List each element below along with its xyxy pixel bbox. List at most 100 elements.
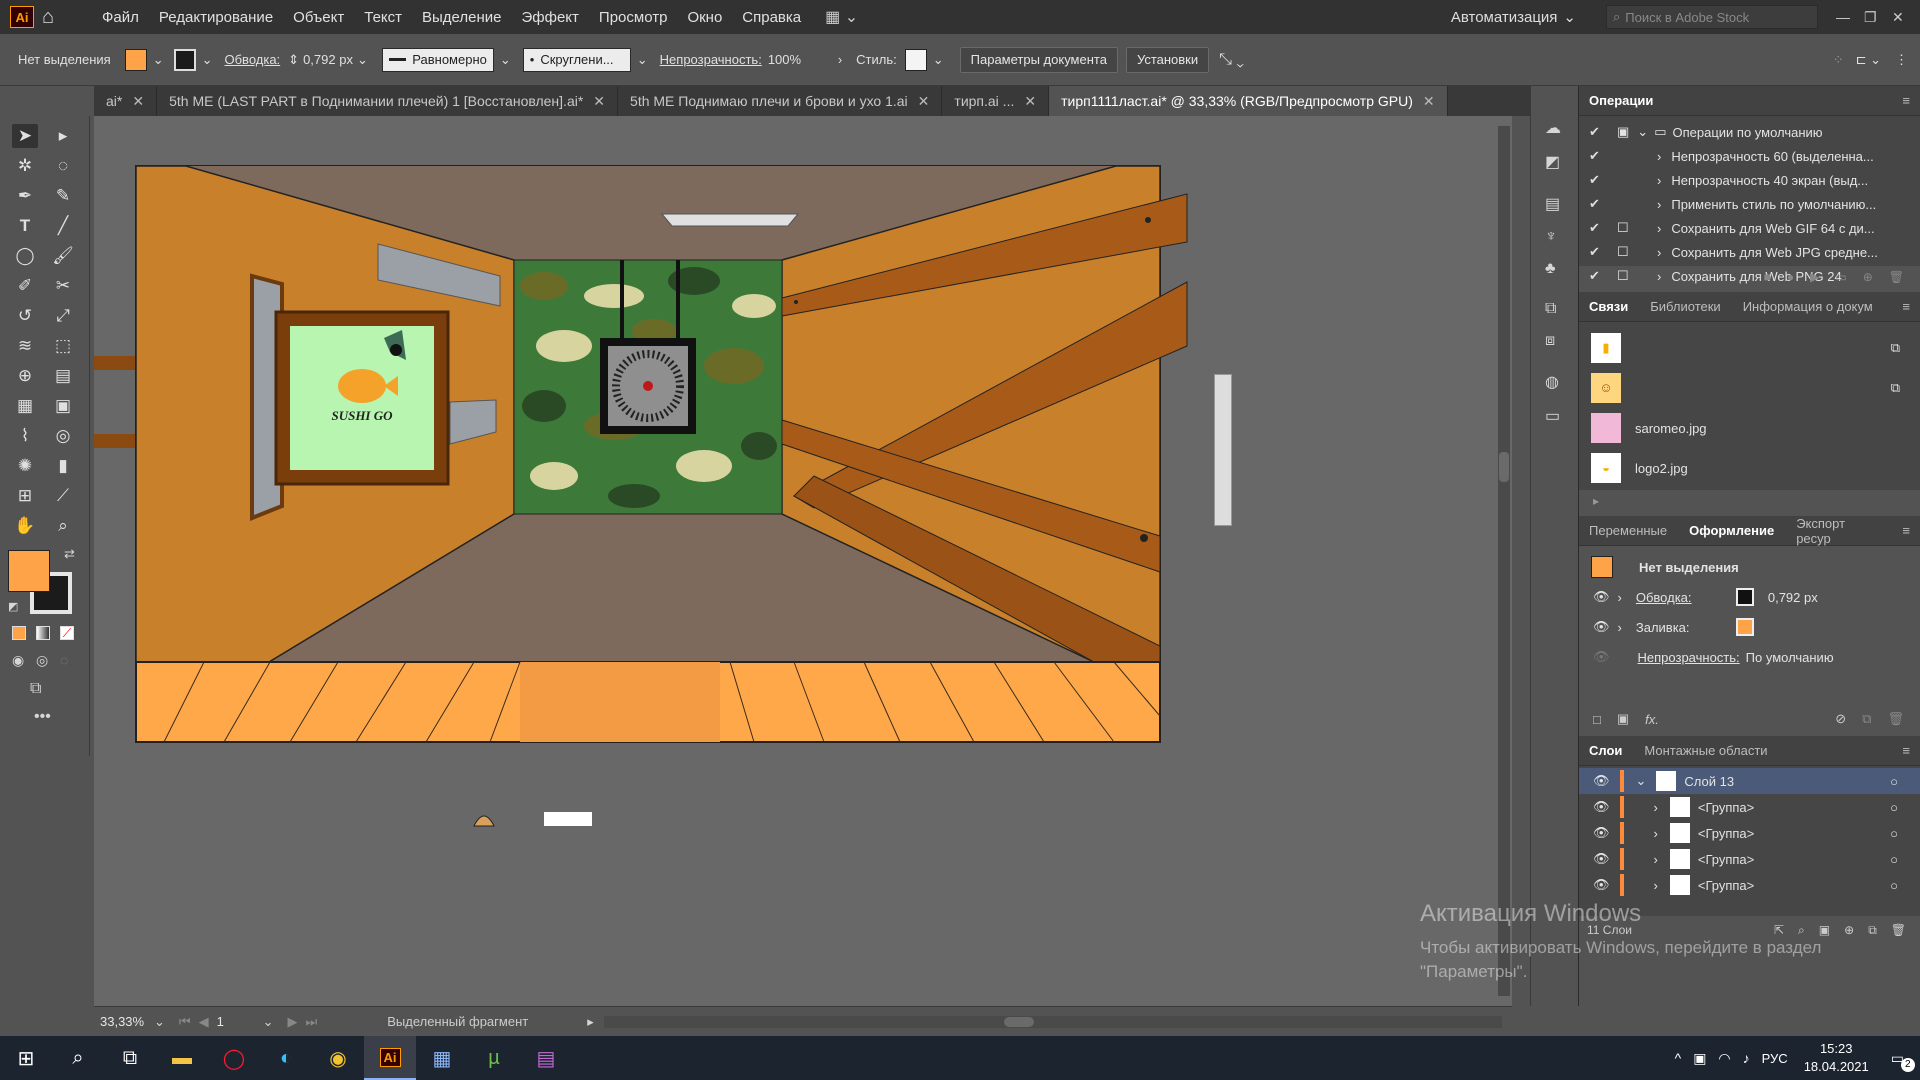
grid-icon[interactable]: ⁘ bbox=[1833, 52, 1844, 68]
opacity-label[interactable]: Непрозрачность: bbox=[660, 52, 762, 67]
duplicate-icon[interactable]: ⧉ bbox=[1862, 711, 1871, 727]
perspective-grid-icon[interactable]: ▤ bbox=[50, 364, 76, 388]
target-icon[interactable]: ○ bbox=[1890, 852, 1898, 867]
stroke-label[interactable]: Обводка: bbox=[225, 52, 281, 67]
tab-links[interactable]: Связи bbox=[1589, 299, 1628, 314]
chevron-right-icon[interactable]: › bbox=[1657, 173, 1661, 188]
transform-icon[interactable]: ⤡ ⌄ bbox=[1219, 51, 1244, 69]
pen-tool-icon[interactable]: ✒ bbox=[12, 184, 38, 208]
menu-icon[interactable]: ≡ bbox=[1902, 743, 1910, 758]
shape-builder-icon[interactable]: ⊕ bbox=[12, 364, 38, 388]
action-item[interactable]: ✔ ☐ › Сохранить для Web JPG средне... bbox=[1579, 240, 1920, 264]
file-explorer-icon[interactable]: ▬ bbox=[156, 1036, 208, 1080]
illustrator-icon[interactable]: Ai bbox=[364, 1036, 416, 1080]
chevron-right-icon[interactable]: › bbox=[1654, 800, 1658, 815]
menu-effect[interactable]: Эффект bbox=[512, 9, 589, 26]
check-icon[interactable]: ✔ bbox=[1589, 220, 1603, 236]
vertical-scroll-thumb[interactable] bbox=[1499, 452, 1509, 482]
stroke-swatch[interactable] bbox=[173, 48, 196, 71]
layer-row[interactable]: 👁 ⌄ Слой 13 ○ bbox=[1579, 768, 1920, 794]
menu-type[interactable]: Текст bbox=[354, 9, 412, 26]
free-transform-icon[interactable]: ⬚ bbox=[50, 334, 76, 358]
tab-document-2[interactable]: 5th ME (LAST PART в Поднимании плечей) 1… bbox=[157, 86, 619, 116]
action-item[interactable]: ✔ ☐ › Сохранить для Web GIF 64 с ди... bbox=[1579, 216, 1920, 240]
magic-wand-icon[interactable]: ✲ bbox=[12, 154, 38, 178]
swatches-icon[interactable]: ▤ bbox=[1545, 194, 1576, 214]
link-item[interactable]: ◒ logo2.jpg bbox=[1579, 448, 1920, 488]
play-icon[interactable]: ▶ bbox=[1810, 270, 1819, 284]
chevron-right-icon[interactable]: › bbox=[1657, 245, 1661, 260]
gradient-panel-icon[interactable]: ▭ bbox=[1545, 406, 1576, 426]
opacity-field[interactable]: 100% bbox=[768, 52, 832, 67]
menu-view[interactable]: Просмотр bbox=[589, 9, 678, 26]
new-set-icon[interactable]: ▭ bbox=[1835, 270, 1846, 284]
menu-icon[interactable]: ≡ bbox=[1902, 523, 1910, 538]
clear-icon[interactable]: ⊘ bbox=[1835, 711, 1846, 727]
clipping-mask-icon[interactable]: ▣ bbox=[1819, 923, 1830, 937]
canvas-area[interactable]: SUSHI GO bbox=[94, 116, 1512, 1006]
menu-window[interactable]: Окно bbox=[677, 9, 732, 26]
chevron-down-icon[interactable]: ⌄ bbox=[357, 52, 368, 68]
chevron-right-icon[interactable]: ▸ bbox=[1593, 494, 1599, 508]
new-action-icon[interactable]: ⊕ bbox=[1863, 270, 1873, 284]
new-layer-icon[interactable]: ⧉ bbox=[1868, 923, 1877, 938]
link-item[interactable]: saromeo.jpg bbox=[1579, 408, 1920, 448]
chevron-right-icon[interactable]: › bbox=[1618, 590, 1622, 605]
next-artboard-icon[interactable]: ▶ bbox=[288, 1014, 298, 1030]
style-swatch[interactable] bbox=[904, 48, 927, 71]
chevron-right-icon[interactable]: › bbox=[1657, 269, 1661, 284]
transparency-icon[interactable]: ◍ bbox=[1545, 372, 1576, 392]
dialog-toggle-icon[interactable]: ☐ bbox=[1617, 268, 1649, 284]
fill-swatch[interactable] bbox=[1735, 618, 1754, 636]
add-fill-icon[interactable]: ▣ bbox=[1617, 711, 1629, 727]
status-menu-icon[interactable]: ▸ bbox=[587, 1014, 594, 1030]
blend-tool-icon[interactable]: ◎ bbox=[50, 424, 76, 448]
winrar-icon[interactable]: ▤ bbox=[520, 1036, 572, 1080]
appearance-fill-row[interactable]: 👁 › Заливка: bbox=[1579, 612, 1920, 642]
rotate-tool-icon[interactable]: ↺ bbox=[12, 304, 38, 328]
transform-panel-icon[interactable]: ⧉ bbox=[1545, 300, 1576, 318]
opera-icon[interactable]: ◯ bbox=[208, 1036, 260, 1080]
stroke-swatch[interactable] bbox=[1735, 588, 1754, 606]
slice-tool-icon[interactable]: ⟋ bbox=[50, 484, 76, 508]
action-item[interactable]: ✔ › Непрозрачность 60 (выделенна... bbox=[1579, 144, 1920, 168]
direct-selection-tool-icon[interactable]: ▸ bbox=[50, 124, 76, 148]
eye-icon[interactable]: 👁 bbox=[1593, 825, 1610, 841]
chevron-down-icon[interactable]: ⌄ bbox=[637, 52, 648, 68]
screen-mode-icon[interactable]: ⧉ bbox=[30, 680, 41, 698]
hand-tool-icon[interactable]: ✋ bbox=[12, 514, 38, 538]
tab-layers[interactable]: Слои bbox=[1589, 743, 1622, 758]
layer-group-row[interactable]: 👁 › <Группа> ○ bbox=[1579, 872, 1920, 898]
search-icon[interactable]: ⌕ bbox=[1798, 923, 1805, 938]
record-icon[interactable]: ● bbox=[1787, 270, 1794, 284]
eye-icon[interactable]: 👁 bbox=[1593, 773, 1610, 789]
tab-document-4[interactable]: тирп.ai ... ✕ bbox=[942, 86, 1050, 116]
curvature-tool-icon[interactable]: ✎ bbox=[50, 184, 76, 208]
check-icon[interactable]: ✔ bbox=[1589, 244, 1603, 260]
color-icon[interactable]: ◩ bbox=[1545, 152, 1576, 172]
line-tool-icon[interactable]: ╱ bbox=[50, 214, 76, 238]
scale-tool-icon[interactable]: ⤢ bbox=[50, 304, 76, 328]
trash-icon[interactable]: 🗑 bbox=[1891, 923, 1906, 937]
menu-select[interactable]: Выделение bbox=[412, 9, 511, 26]
notifications-icon[interactable]: ▭ 2 bbox=[1891, 1050, 1915, 1072]
maximize-button[interactable]: ❐ bbox=[1864, 9, 1892, 26]
draw-inside-icon[interactable]: ◌ bbox=[60, 652, 68, 668]
gradient-mode-icon[interactable] bbox=[36, 626, 50, 640]
panel-toggle-icon[interactable]: ⊏ ⌄ bbox=[1856, 52, 1881, 68]
artboard-number-field[interactable]: 1 bbox=[217, 1014, 263, 1029]
tab-export[interactable]: Экспорт ресур bbox=[1796, 516, 1880, 546]
utorrent-icon[interactable]: µ bbox=[468, 1036, 520, 1080]
eye-icon[interactable]: 👁 bbox=[1593, 589, 1610, 605]
type-tool-icon[interactable]: T bbox=[12, 214, 38, 238]
prev-artboard-icon[interactable]: ◀ bbox=[199, 1014, 209, 1030]
fx-icon[interactable]: fx. bbox=[1645, 712, 1659, 727]
last-artboard-icon[interactable]: ⏭ bbox=[306, 1014, 318, 1030]
paintbrush-icon[interactable]: 🖌 bbox=[50, 244, 76, 268]
chevron-down-icon[interactable]: ⌄ bbox=[1637, 124, 1648, 140]
tab-artboards[interactable]: Монтажные области bbox=[1644, 743, 1767, 758]
symbols-icon[interactable]: ♣ bbox=[1545, 260, 1576, 278]
chevron-right-icon[interactable]: › bbox=[1654, 852, 1658, 867]
eye-icon[interactable]: 👁 bbox=[1593, 851, 1610, 867]
swap-colors-icon[interactable]: ⇄ bbox=[64, 546, 75, 562]
